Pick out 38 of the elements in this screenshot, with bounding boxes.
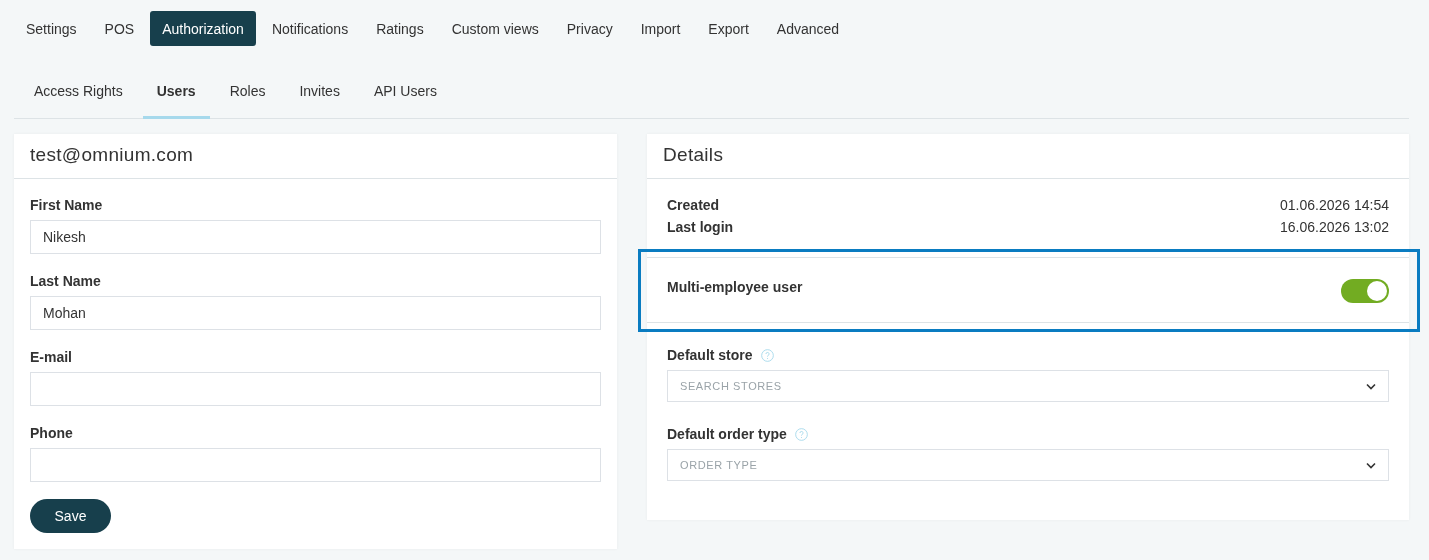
info-label: Last login	[667, 219, 735, 235]
info-value: 16.06.2026 13:02	[1280, 219, 1389, 235]
info-value: 01.06.2026 14:54	[1280, 197, 1389, 213]
input-field[interactable]: Nikesh	[30, 220, 601, 254]
tab[interactable]: Privacy	[554, 11, 625, 46]
input-field[interactable]	[30, 372, 601, 406]
tab[interactable]: Import	[628, 11, 693, 46]
sub-tab[interactable]: Invites	[285, 68, 354, 119]
card-title: Details	[647, 134, 1409, 179]
sub-tab[interactable]: Users	[142, 68, 210, 119]
chevron-down-icon	[1366, 382, 1376, 390]
help-icon[interactable]	[760, 348, 774, 362]
info-label: Created	[667, 197, 721, 213]
save-button[interactable]: Save	[30, 499, 111, 533]
sub-tab[interactable]: Roles	[215, 68, 280, 119]
field-label: Default store	[667, 347, 753, 363]
input-field[interactable]	[30, 448, 601, 482]
field-label: First Name	[30, 197, 104, 213]
tab[interactable]: POS	[92, 11, 147, 46]
tab[interactable]: Advanced	[764, 11, 852, 46]
field-label: Last Name	[30, 273, 102, 289]
field-label: E-mail	[30, 349, 73, 365]
field-label: Default order type	[667, 426, 787, 442]
toggle-switch[interactable]	[1341, 279, 1389, 303]
field-label: Phone	[30, 425, 74, 441]
toggle-label: Multi-employee user	[667, 279, 803, 295]
help-icon[interactable]	[794, 427, 808, 441]
input-field[interactable]: Mohan	[30, 296, 601, 330]
card-title: test@omnium.com	[14, 134, 617, 179]
tab[interactable]: Authorization	[150, 11, 256, 46]
tab[interactable]: Settings	[14, 11, 89, 46]
tab[interactable]: Export	[696, 11, 761, 46]
tab[interactable]: Ratings	[364, 11, 436, 46]
tab[interactable]: Notifications	[259, 11, 361, 46]
sub-tab[interactable]: Access Rights	[20, 68, 137, 119]
sub-tab[interactable]: API Users	[359, 68, 451, 119]
chevron-down-icon	[1366, 461, 1376, 469]
tab[interactable]: Custom views	[439, 11, 551, 46]
